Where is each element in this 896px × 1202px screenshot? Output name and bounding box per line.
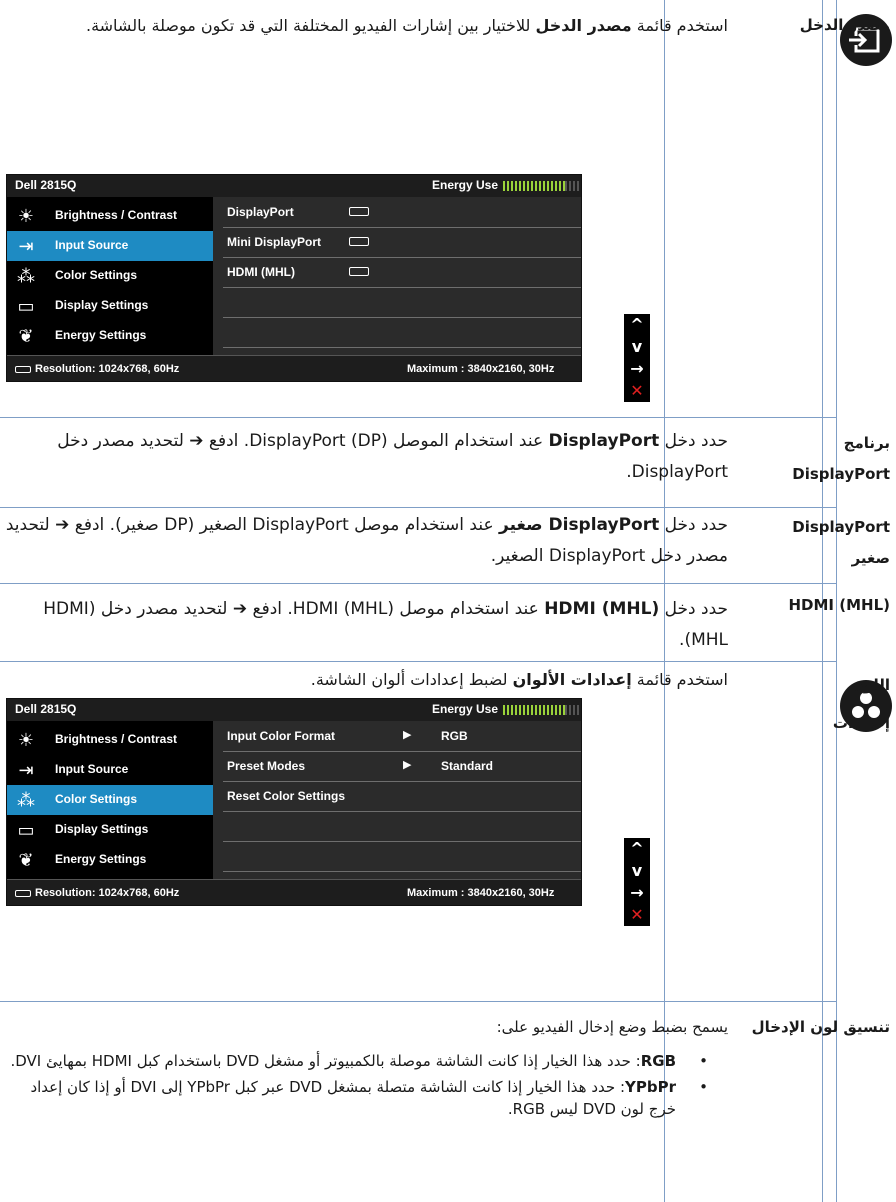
osd-menu: ☀ Brightness / Contrast ⇥ Input Source ⁂ Co… [7,197,213,355]
osd-nav-buttons: ^ v → ✕ [624,314,650,402]
section-description: حدد دخل DisplayPort صغير عند استخدام موص… [5,515,728,566]
nav-down-icon: v [624,860,650,882]
bullet-list: • RGB: حدد هذا الخيار إذا كانت الشاشة موص… [2,1050,728,1124]
osd-input-source: Dell 2815Q Energy Use ☀ Brightness / Contr… [6,174,582,382]
section-description: استخدم قائمة مصدر الدخل للاختيار بين إشا… [85,16,728,35]
nav-close-icon: ✕ [624,904,650,926]
osd-row: Mini DisplayPort [223,227,581,258]
osd-model: Dell 2815Q [15,178,77,192]
brightness-icon: ☀ [17,206,35,226]
osd-menu-item: ❦ Energy Settings [7,321,213,351]
input-source-icon: ⇥ [18,760,34,780]
nav-up-icon: ^ [624,838,650,860]
nav-up-icon: ^ [624,314,650,336]
row-divider [0,507,836,508]
display-icon: ▭ [17,296,35,316]
input-source-icon: ⇥ [18,236,34,256]
row-divider [0,417,836,418]
nav-right-icon: → [624,882,650,904]
osd-row [223,317,581,348]
section-label: (HDMI (MHL [788,596,891,614]
section-description: حدد دخل DisplayPort عند استخدام الموصل (… [57,431,728,482]
section-label: اللون [850,676,890,694]
osd-menu-item: ☀ Brightness / Contrast [7,201,213,231]
section-label: إعدادات [832,714,890,732]
energy-bar [503,181,579,191]
nav-down-icon: v [624,336,650,358]
display-icon: ▭ [17,820,35,840]
osd-footer: Resolution: 1024x768, 60Hz Maximum : 3840… [7,355,581,381]
osd-nav-buttons: ^ v → ✕ [624,838,650,926]
section-label: DisplayPort صغير [792,518,890,567]
section-label: تنسيق لون الإدخال [751,1018,890,1036]
maximum-text: Maximum : 3840x2160, 30Hz [407,363,555,375]
osd-menu-item: ⇥ Input Source [7,231,213,261]
section-description: حدد دخل (HDMI (MHL عند استخدام موصل (HDM… [43,599,728,650]
color-icon: ⁂ [17,266,35,286]
list-item: • RGB: حدد هذا الخيار إذا كانت الشاشة موص… [10,1052,708,1070]
row-divider [0,583,836,584]
row-divider [0,661,836,662]
section-intro: يسمح بضبط وضع إدخال الفيديو على: [496,1018,728,1036]
resolution-text: Resolution: 1024x768, 60Hz [35,363,180,375]
osd-color-settings: Dell 2815Q Energy Use ☀ Brightness / Contr… [6,698,582,906]
osd-row: HDMI (MHL) [223,257,581,288]
osd-options: Input Color Format ▶ RGB Preset Modes ▶ Stan… [213,721,581,879]
osd-row: DisplayPort [223,197,581,228]
section-description: استخدم قائمة إعدادات الألوان لضبط إعدادا… [310,670,728,689]
osd-options: DisplayPort Mini DisplayPort HDMI (MHL) [213,197,581,355]
section-label: مصدر الدخل [799,16,890,34]
energy-icon: ❦ [18,326,34,346]
nav-close-icon: ✕ [624,380,650,402]
energy-label: Energy Use [432,178,499,192]
osd-menu-item: ▭ Display Settings [7,291,213,321]
brightness-icon: ☀ [17,730,35,750]
row-divider [0,1001,836,1002]
nav-right-icon: → [624,358,650,380]
list-item: • YPbPr: حدد هذا الخيار إذا كانت الشاشة م… [30,1078,708,1118]
energy-icon: ❦ [18,850,34,870]
manual-page: مصدر الدخل استخدم قائمة مصدر الدخل للاخت… [0,0,896,1202]
color-icon: ⁂ [17,790,35,810]
osd-menu-item: ⁂ Color Settings [17,266,138,286]
osd-row [223,287,581,318]
osd-menu: ☀ Brightness / Contrast ⇥ Input Source ⁂ Co… [7,721,213,879]
section-label: برنامج DisplayPort [792,434,890,483]
